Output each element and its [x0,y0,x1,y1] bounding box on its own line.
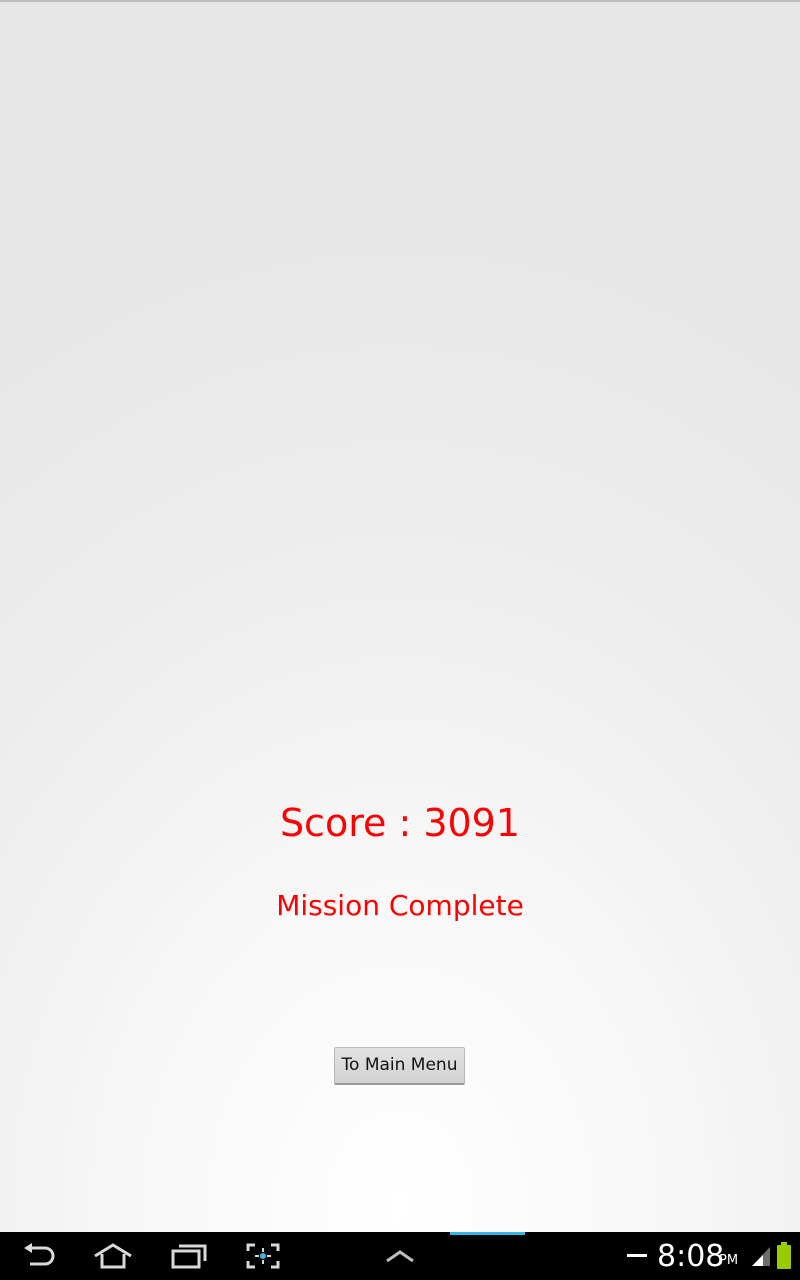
active-indicator [450,1232,525,1235]
signal-indicator [750,1232,772,1280]
menu-up-icon [386,1250,414,1263]
game-over-screen: Score : 3091 Mission Complete To Main Me… [0,0,800,1232]
clock-ampm: PM [719,1253,739,1268]
recent-apps-icon [171,1244,207,1269]
home-icon [94,1243,132,1269]
notification-indicator[interactable] [626,1232,648,1280]
mission-status-label: Mission Complete [276,889,524,922]
screenshot-button[interactable] [225,1232,525,1280]
battery-icon [777,1242,791,1269]
menu-up-button[interactable] [380,1232,420,1280]
back-button[interactable] [14,1232,64,1280]
clock-time[interactable]: 8:08 [657,1237,724,1277]
home-button[interactable] [88,1232,138,1280]
to-main-menu-button[interactable]: To Main Menu [334,1047,465,1085]
screen: Score : 3091 Mission Complete To Main Me… [0,0,800,1280]
recent-apps-button[interactable] [164,1232,214,1280]
back-icon [24,1243,55,1266]
signal-icon [752,1247,770,1266]
score-label: Score : 3091 [279,801,521,845]
notification-dash-icon [627,1254,647,1257]
screenshot-icon [246,1243,279,1269]
battery-indicator [774,1232,794,1280]
